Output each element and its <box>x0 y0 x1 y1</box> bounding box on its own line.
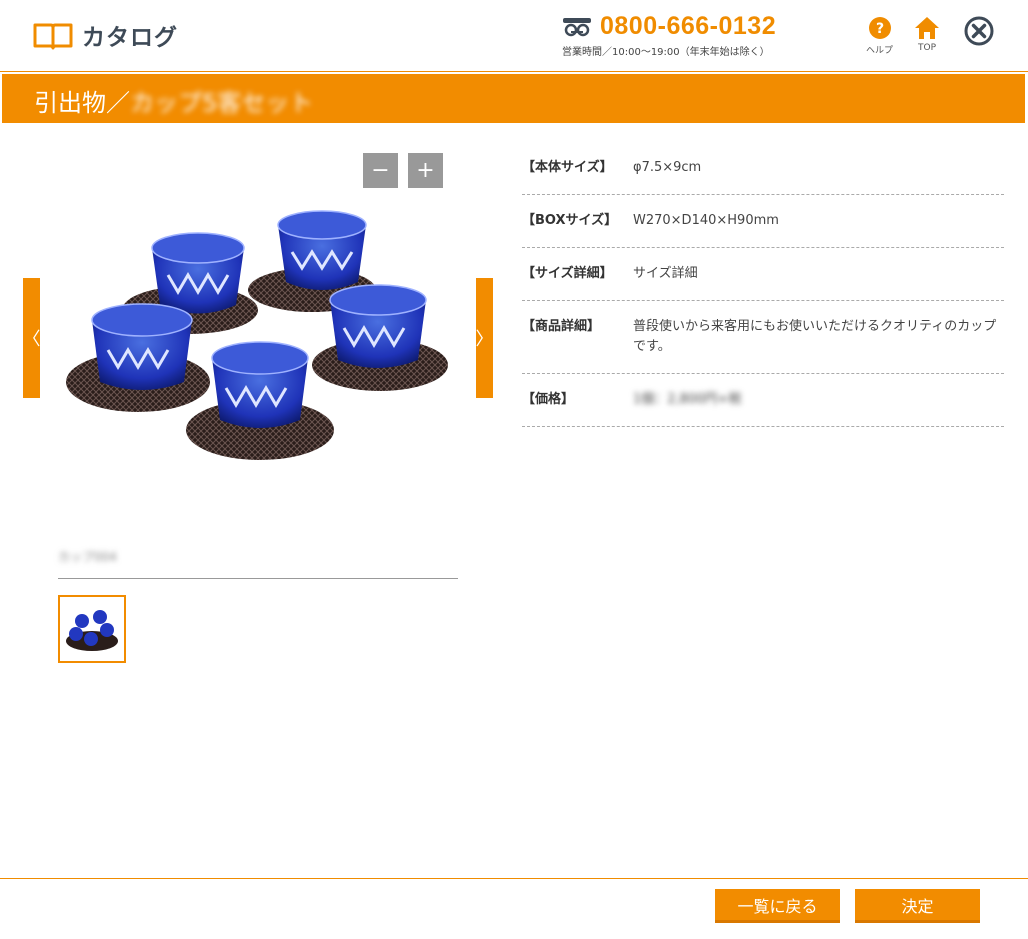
svg-text:?: ? <box>875 21 883 37</box>
cup-set-illustration <box>66 210 448 460</box>
thumbnail[interactable] <box>58 595 126 663</box>
phone-block: 0800-666-0132 営業時間／10:00～19:00（年末年始は除く） <box>562 12 792 58</box>
close-circle-icon <box>964 16 994 46</box>
gallery-divider <box>58 578 458 579</box>
phone-hours: 営業時間／10:00～19:00（年末年始は除く） <box>562 47 770 58</box>
back-to-list-button[interactable]: 一覧に戻る <box>715 889 840 923</box>
header: カタログ 0800-666-0132 営業時間／10:00～19:00（年末年始… <box>0 0 1028 72</box>
thumbnail-image <box>66 610 118 651</box>
header-divider <box>0 71 1028 72</box>
category-label: 引出物／ <box>34 89 130 117</box>
page-title: 引出物／カップ5客セット <box>34 83 313 118</box>
app-title: カタログ <box>82 25 178 51</box>
open-book-icon <box>33 23 73 50</box>
zoom-out-button[interactable]: − <box>363 153 398 188</box>
confirm-button[interactable]: 決定 <box>855 889 980 923</box>
logo: カタログ <box>32 18 178 52</box>
spec-value: W270×D140×H90mm <box>633 213 779 228</box>
next-image-button[interactable]: 〉 <box>476 278 494 398</box>
spec-row: 【本体サイズ】 φ7.5×9cm <box>522 142 1004 195</box>
question-circle-icon: ? <box>868 17 891 39</box>
spec-value: サイズ詳細 <box>633 266 698 281</box>
home-icon <box>915 17 939 39</box>
product-name: カップ5客セット <box>130 89 314 117</box>
spec-value: 普段使いから来客用にもお使いいただけるクオリティのカップです。 <box>633 319 997 354</box>
spec-row: 【サイズ詳細】 サイズ詳細 <box>522 248 1004 301</box>
spec-row: 【価格】 1個：2,800円+税 <box>522 374 1004 427</box>
product-code: カップ004 <box>58 550 117 564</box>
spec-label: 【本体サイズ】 <box>522 160 613 175</box>
close-button[interactable] <box>963 15 995 51</box>
spec-row: 【BOXサイズ】 W270×D140×H90mm <box>522 195 1004 248</box>
zoom-in-button[interactable]: + <box>408 153 443 188</box>
spec-label: 【価格】 <box>522 392 575 407</box>
phone-number[interactable]: 0800-666-0132 <box>600 12 776 41</box>
spec-label: 【サイズ詳細】 <box>522 266 613 281</box>
spec-row: 【商品詳細】 普段使いから来客用にもお使いいただけるクオリティのカップです。 <box>522 301 1004 374</box>
product-image <box>66 210 448 460</box>
top-button[interactable]: TOP <box>914 16 940 53</box>
free-dial-icon <box>563 17 591 36</box>
footer-divider <box>0 878 1028 879</box>
spec-label: 【BOXサイズ】 <box>522 213 618 228</box>
spec-value: 1個：2,800円+税 <box>633 392 742 407</box>
title-band: 引出物／カップ5客セット <box>2 74 1025 123</box>
help-button[interactable]: ? ヘルプ <box>866 16 893 56</box>
top-label: TOP <box>917 43 936 53</box>
prev-image-button[interactable]: 〈 <box>23 278 41 398</box>
spec-label: 【商品詳細】 <box>522 319 601 334</box>
spec-value: φ7.5×9cm <box>633 160 702 175</box>
help-label: ヘルプ <box>866 46 894 56</box>
spec-list: 【本体サイズ】 φ7.5×9cm 【BOXサイズ】 W270×D140×H90m… <box>522 142 1004 427</box>
